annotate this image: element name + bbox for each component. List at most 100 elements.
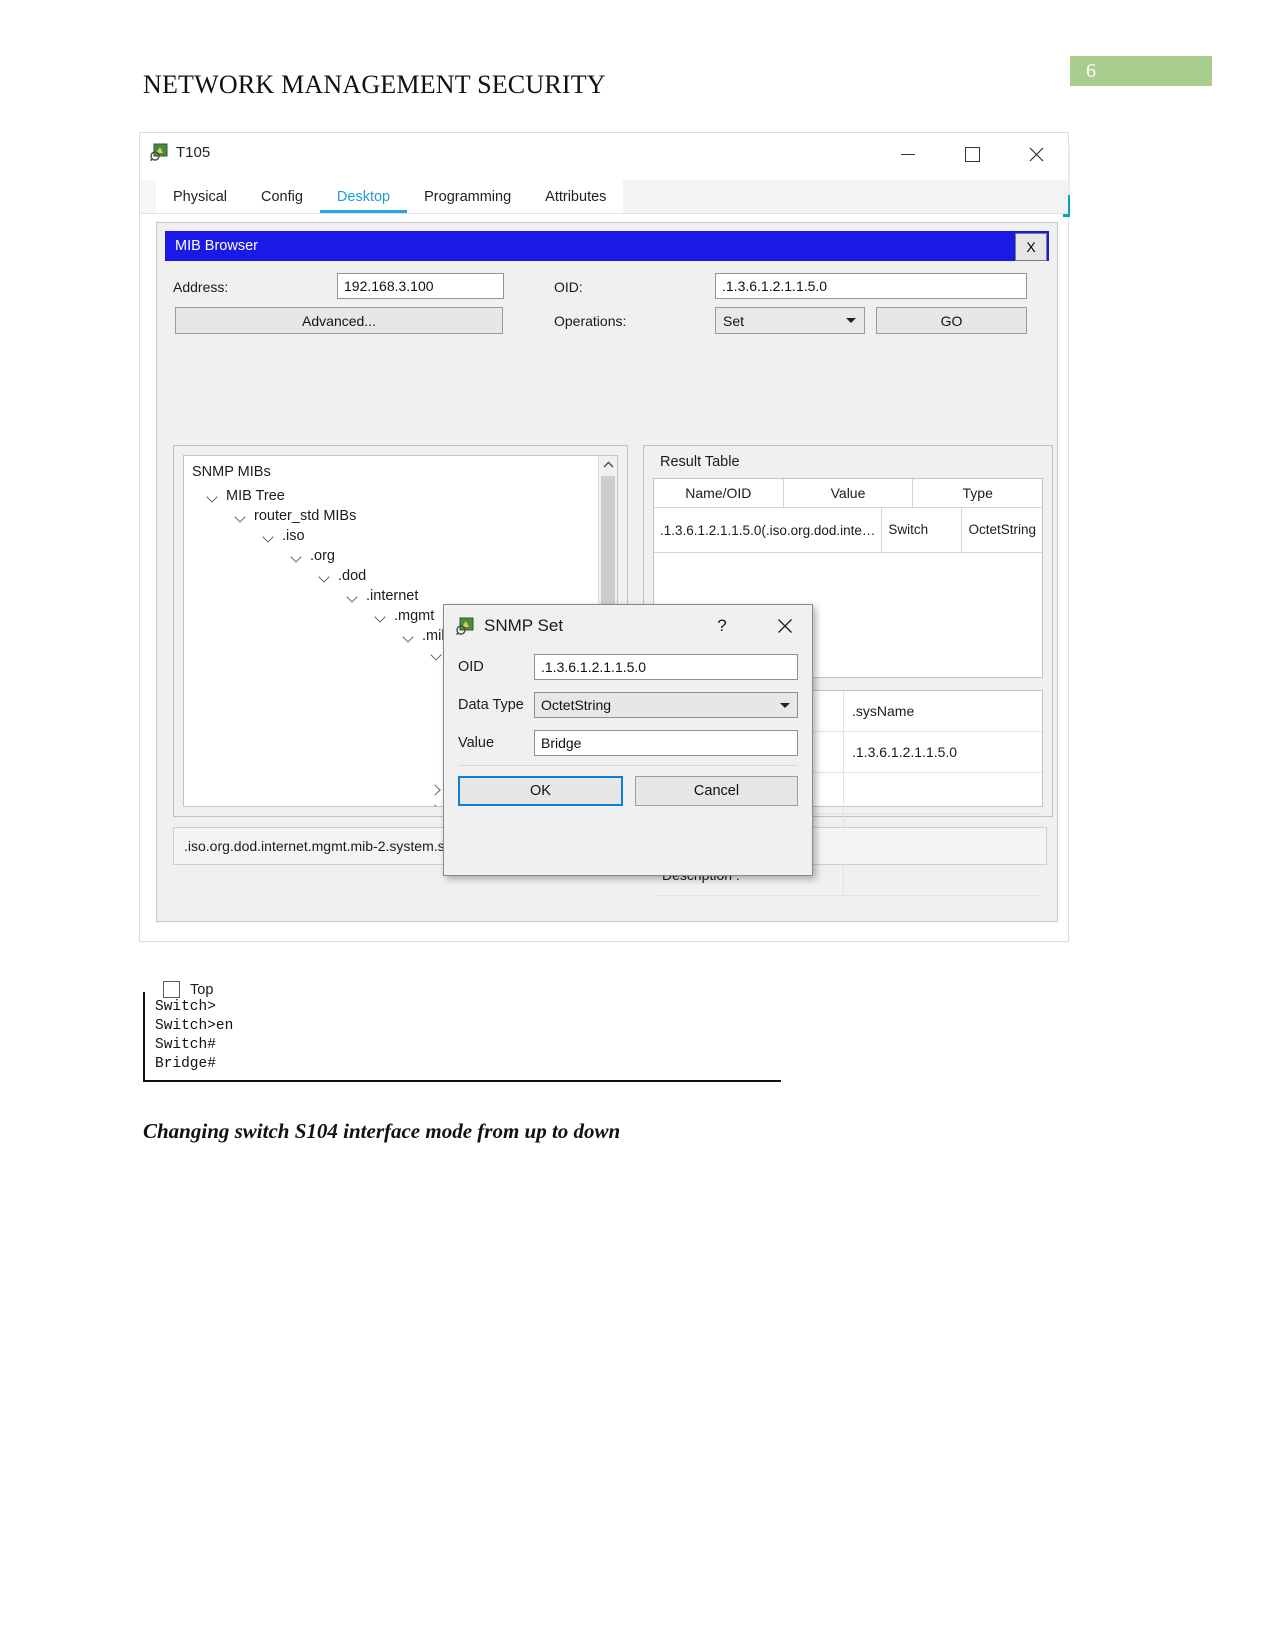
address-input[interactable]: 192.168.3.100 — [337, 273, 504, 299]
tab-attributes[interactable]: Attributes — [528, 180, 624, 213]
snmp-set-datatype-label: Data Type — [458, 697, 524, 713]
chevron-down-icon[interactable] — [206, 490, 219, 503]
oid-input[interactable]: .1.3.6.1.2.1.1.5.0 — [715, 273, 1027, 299]
tree-node-label: .internet — [366, 588, 419, 604]
tree-node-label: router_std MIBs — [254, 508, 357, 524]
cell-value: Switch — [882, 508, 963, 552]
oid-label: OID: — [554, 279, 583, 295]
scroll-up-icon[interactable] — [599, 456, 617, 474]
mib-browser-title: MIB Browser — [175, 238, 258, 254]
mib-browser-titlebar: MIB Browser X — [165, 231, 1049, 261]
snmp-set-dialog: SNMP Set ? OID .1.3.6.1.2.1.1.5.0 Data T… — [443, 604, 813, 876]
tab-config[interactable]: Config — [244, 180, 320, 213]
cli-line: Switch>en — [155, 1018, 234, 1034]
column-header-type: Type — [962, 485, 993, 501]
detail-value: .1.3.6.1.2.1.1.5.0 — [852, 744, 958, 760]
mib-browser-panel: MIB Browser X Address: 192.168.3.100 OID… — [156, 222, 1058, 998]
page-title: NETWORK MANAGEMENT SECURITY — [143, 70, 606, 99]
cell-name-oid-line1: .1.3.6.1.2.1.1.5.0 — [660, 522, 762, 538]
tree-node-label: MIB Tree — [226, 488, 285, 504]
tree-node-label: .org — [310, 548, 335, 564]
minimize-button[interactable] — [876, 133, 940, 175]
figure-caption: Changing switch S104 interface mode from… — [143, 1119, 621, 1143]
tree-node-mib-tree[interactable]: MIB Tree — [206, 488, 285, 504]
cli-line: Bridge# — [155, 1056, 216, 1072]
chevron-down-icon[interactable] — [262, 530, 275, 543]
window-controls — [876, 133, 1068, 175]
snmp-set-value-row: Value Bridge — [458, 727, 798, 759]
column-header-value: Value — [784, 479, 914, 507]
tree-node-label: SNMP MIBs — [192, 464, 271, 480]
chevron-down-icon[interactable] — [234, 510, 247, 523]
detail-value: .sysName — [852, 703, 915, 719]
cell-type: OctetString — [968, 521, 1036, 537]
cancel-button[interactable]: Cancel — [635, 776, 798, 806]
snmp-set-value-input[interactable]: Bridge — [534, 730, 798, 756]
operations-select[interactable]: Set — [715, 307, 865, 334]
snmp-set-datatype-select[interactable]: OctetString — [534, 692, 798, 718]
table-row[interactable]: .1.3.6.1.2.1.1.5.0 (.iso.org.dod.inte… S… — [654, 508, 1042, 553]
tree-node-internet[interactable]: .internet — [346, 588, 418, 604]
tree-node-mgmt[interactable]: .mgmt — [374, 608, 434, 624]
advanced-button[interactable]: Advanced... — [175, 307, 503, 334]
packet-tracer-window: T105 Physical Config Desktop Programming… — [140, 133, 1070, 998]
chevron-down-icon[interactable] — [290, 550, 303, 563]
result-table-header: Name/OID Value Type — [654, 479, 1042, 508]
snmp-set-value-label: Value — [458, 735, 495, 751]
help-icon[interactable]: ? — [710, 615, 734, 637]
operations-label: Operations: — [554, 313, 627, 329]
snmp-set-datatype-row: Data Type OctetString — [458, 689, 798, 721]
chevron-right-icon[interactable] — [430, 784, 443, 797]
packet-tracer-icon — [456, 617, 475, 636]
snmp-set-titlebar: SNMP Set ? — [444, 605, 812, 647]
snmp-set-oid-label: OID — [458, 659, 484, 675]
chevron-down-icon[interactable] — [402, 630, 415, 643]
tree-node-snmp-mibs[interactable]: SNMP MIBs — [192, 464, 271, 480]
snmp-set-datatype-value: OctetString — [541, 697, 612, 713]
tree-node-dod[interactable]: .dod — [318, 568, 366, 584]
snmp-set-buttons: OK Cancel — [444, 766, 812, 806]
snmp-set-title: SNMP Set — [484, 616, 564, 635]
window-title-group: T105 — [150, 143, 210, 162]
chevron-down-icon[interactable] — [346, 590, 359, 603]
tree-node-iso[interactable]: .iso — [262, 528, 305, 544]
address-label: Address: — [173, 279, 229, 295]
cell-name-oid-line2: (.iso.org.dod.inte… — [761, 522, 876, 538]
device-tabs: Physical Config Desktop Programming Attr… — [140, 180, 1068, 214]
chevron-right-icon[interactable] — [430, 804, 443, 806]
chevron-down-icon[interactable] — [374, 610, 387, 623]
mib-browser-form: Address: 192.168.3.100 OID: .1.3.6.1.2.1… — [157, 261, 1057, 339]
cli-line: Switch# — [155, 1037, 216, 1053]
snmp-set-oid-row: OID .1.3.6.1.2.1.1.5.0 — [458, 651, 798, 683]
ok-button[interactable]: OK — [458, 776, 623, 806]
chevron-down-icon — [780, 702, 790, 708]
detail-value — [844, 773, 1042, 813]
tab-physical[interactable]: Physical — [156, 180, 244, 213]
chevron-down-icon[interactable] — [318, 570, 331, 583]
tabstrip-filler — [623, 180, 1068, 213]
cell-name-oid: .1.3.6.1.2.1.1.5.0 (.iso.org.dod.inte… — [654, 508, 883, 552]
tree-node-org[interactable]: .org — [290, 548, 335, 564]
maximize-button[interactable] — [940, 133, 1004, 175]
tree-node-router-std-mibs[interactable]: router_std MIBs — [234, 508, 356, 524]
tab-programming[interactable]: Programming — [407, 180, 529, 213]
operations-selected-value: Set — [723, 312, 745, 329]
tree-node-label: .dod — [338, 568, 367, 584]
go-button[interactable]: GO — [876, 307, 1027, 334]
result-table-title: Result Table — [660, 454, 740, 470]
close-button[interactable] — [1004, 133, 1068, 175]
snmp-set-body: OID .1.3.6.1.2.1.1.5.0 Data Type OctetSt… — [444, 647, 812, 759]
close-icon[interactable] — [770, 613, 800, 639]
column-header-name-oid: Name/OID — [654, 479, 784, 507]
page-number-badge: 6 — [1070, 56, 1212, 86]
chevron-down-icon[interactable] — [430, 648, 443, 661]
window-titlebar: T105 — [140, 133, 1068, 180]
window-title-text: T105 — [176, 144, 211, 161]
chevron-down-icon — [846, 318, 856, 323]
cli-output-block: Switch> Switch>en Switch# Bridge# — [143, 992, 781, 1082]
tab-desktop[interactable]: Desktop — [319, 180, 408, 213]
packet-tracer-icon — [150, 143, 169, 162]
mib-browser-close-button[interactable]: X — [1015, 233, 1047, 261]
snmp-set-oid-input[interactable]: .1.3.6.1.2.1.1.5.0 — [534, 654, 798, 680]
tree-node-label: .mgmt — [394, 608, 435, 624]
